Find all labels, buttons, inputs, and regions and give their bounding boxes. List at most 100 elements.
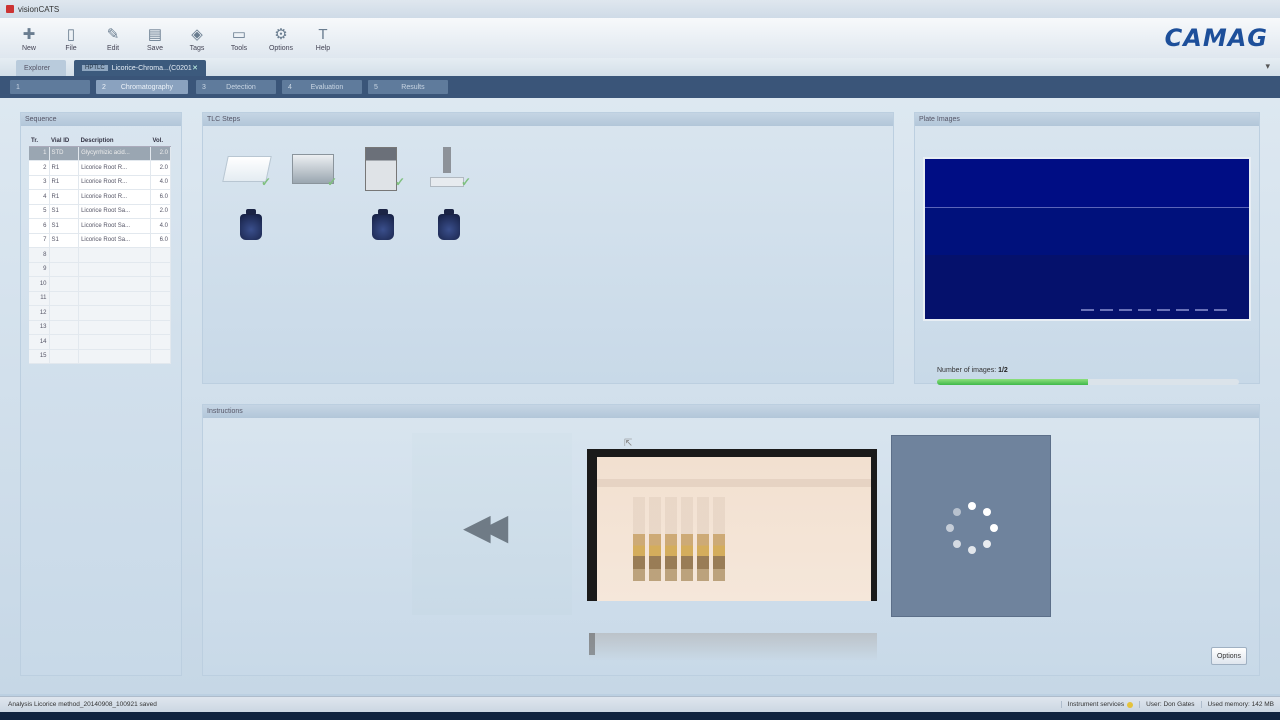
tab-analysis[interactable]: HPTLC Licorice-Chroma...(C0201 ✕: [74, 60, 206, 76]
step-results[interactable]: 5 Results: [368, 80, 448, 94]
tab-analysis-label: Licorice-Chroma...(C0201: [111, 64, 192, 72]
step-chromatography[interactable]: 2 Chromatography: [96, 80, 188, 94]
edit-button[interactable]: ✎ Edit: [92, 18, 134, 56]
visualizer-step[interactable]: [357, 201, 409, 253]
step-1[interactable]: 1: [10, 80, 90, 94]
table-cell: [78, 276, 151, 292]
close-icon[interactable]: ✕: [192, 64, 198, 72]
table-row[interactable]: 3 R1 Licorice Root R... 4.0: [29, 175, 171, 190]
step-label: Detection: [226, 83, 256, 91]
table-cell: [49, 320, 80, 335]
table-row[interactable]: 13: [29, 320, 171, 335]
table-cell: 2.0: [150, 204, 171, 219]
save-button[interactable]: ▤ Save: [134, 18, 176, 56]
table-row[interactable]: 10: [29, 276, 171, 292]
gear-icon: ⚙: [274, 25, 288, 43]
table-row[interactable]: 2 R1 Licorice Root R... 2.0: [29, 160, 171, 176]
table-cell: 5: [29, 204, 50, 219]
table-cell: S1: [49, 218, 80, 234]
status-indicator-icon: [1127, 701, 1134, 708]
file-label: File: [65, 45, 77, 52]
table-cell: Licorice Root R...: [78, 160, 151, 176]
column-header: Tr.: [29, 137, 49, 147]
tags-button[interactable]: ◈ Tags: [176, 18, 218, 56]
table-cell: [49, 349, 80, 364]
tools-label: Tools: [230, 45, 248, 52]
applicator-step[interactable]: ✓: [287, 143, 339, 195]
status-message: Analysis Licorice method_20140908_100921…: [8, 701, 157, 708]
table-row[interactable]: 7 S1 Licorice Root Sa... 6.0: [29, 233, 171, 248]
table-cell: 6.0: [150, 189, 171, 205]
developer-step[interactable]: ✓: [355, 143, 407, 195]
chevron-down-icon[interactable]: ▾: [1265, 61, 1270, 72]
step-label: Chromatography: [120, 83, 174, 91]
checkmark-icon: ✓: [260, 175, 271, 189]
toolbox-icon: ▭: [231, 25, 247, 43]
table-cell: [78, 291, 151, 306]
table-row[interactable]: 12: [29, 305, 171, 321]
file-icon: ▯: [66, 25, 76, 43]
derivatizer-step[interactable]: ✓: [421, 143, 473, 195]
app-icon: [6, 5, 14, 13]
tab-explorer[interactable]: Explorer: [16, 60, 66, 76]
title-bar: visionCATS: [0, 0, 1280, 18]
tab-type-badge: HPTLC: [82, 65, 108, 71]
help-button[interactable]: T Help: [302, 18, 344, 56]
step-detection[interactable]: 3 Detection: [196, 80, 276, 94]
tag-icon: ◈: [191, 25, 203, 43]
step-evaluation[interactable]: 4 Evaluation: [282, 80, 362, 94]
table-cell: R1: [49, 175, 80, 190]
options-label: Options: [268, 45, 294, 52]
table-cell: [78, 305, 151, 321]
help-icon: T: [318, 25, 328, 43]
new-button[interactable]: ✚ New: [8, 18, 50, 56]
instrument-status[interactable]: Instrument services: [1060, 701, 1139, 708]
derivatizer-icon: [430, 147, 464, 191]
options-button[interactable]: Options: [1211, 647, 1247, 665]
visualizer-step[interactable]: [225, 201, 277, 253]
memory-status: Used memory: 142 MB: [1200, 701, 1280, 708]
table-row[interactable]: 4 R1 Licorice Root R... 6.0: [29, 189, 171, 205]
visualizer-icon: [372, 209, 394, 240]
table-cell: Glycyrrhizic acid...: [78, 146, 151, 161]
table-cell: [78, 320, 151, 335]
application-marks: [1081, 309, 1227, 311]
table-row[interactable]: 5 S1 Licorice Root Sa... 2.0: [29, 204, 171, 219]
table-cell: [49, 276, 80, 292]
table-row[interactable]: 14: [29, 334, 171, 350]
image-count: Number of images: 1/2: [937, 367, 1008, 374]
table-cell: 14: [29, 334, 50, 350]
table-row[interactable]: 15: [29, 349, 171, 364]
tlc-steps-header: TLC Steps: [203, 113, 893, 126]
options-button[interactable]: ⚙ Options: [260, 18, 302, 56]
table-cell: 4: [29, 189, 50, 205]
edit-label: Edit: [106, 45, 120, 52]
table-row[interactable]: 9: [29, 262, 171, 277]
table-cell: 2.0: [150, 160, 171, 176]
table-row[interactable]: 8: [29, 247, 171, 263]
plate-step[interactable]: ✓: [221, 143, 273, 195]
rewind-icon[interactable]: ◀◀: [463, 509, 508, 545]
visualizer-step[interactable]: [423, 201, 475, 253]
file-button[interactable]: ▯ File: [50, 18, 92, 56]
table-cell: 15: [29, 349, 50, 364]
step-number: 4: [288, 83, 292, 91]
table-cell: 6.0: [150, 233, 171, 248]
table-row[interactable]: 1 STD Glycyrrhizic acid... 2.0: [29, 146, 171, 161]
step-label: Evaluation: [310, 83, 344, 91]
table-cell: [78, 334, 151, 350]
developer-icon: [365, 147, 397, 191]
column-header: Vol.: [150, 137, 171, 147]
plate-image-preview[interactable]: [923, 157, 1251, 321]
image-count-value: 1/2: [998, 367, 1008, 374]
new-label: New: [21, 45, 36, 52]
column-header: Vial ID: [49, 137, 79, 147]
table-cell: R1: [49, 189, 80, 205]
workflow-steps: 1 2 Chromatography 3 Detection 4 Evaluation…: [0, 76, 1280, 98]
instrument-status-label: Instrument services: [1067, 701, 1125, 708]
tools-button[interactable]: ▭ Tools: [218, 18, 260, 56]
table-row[interactable]: 6 S1 Licorice Root Sa... 4.0: [29, 218, 171, 234]
table-row[interactable]: 11: [29, 291, 171, 306]
table-cell: 2.0: [150, 146, 171, 161]
table-cell: [49, 334, 80, 350]
